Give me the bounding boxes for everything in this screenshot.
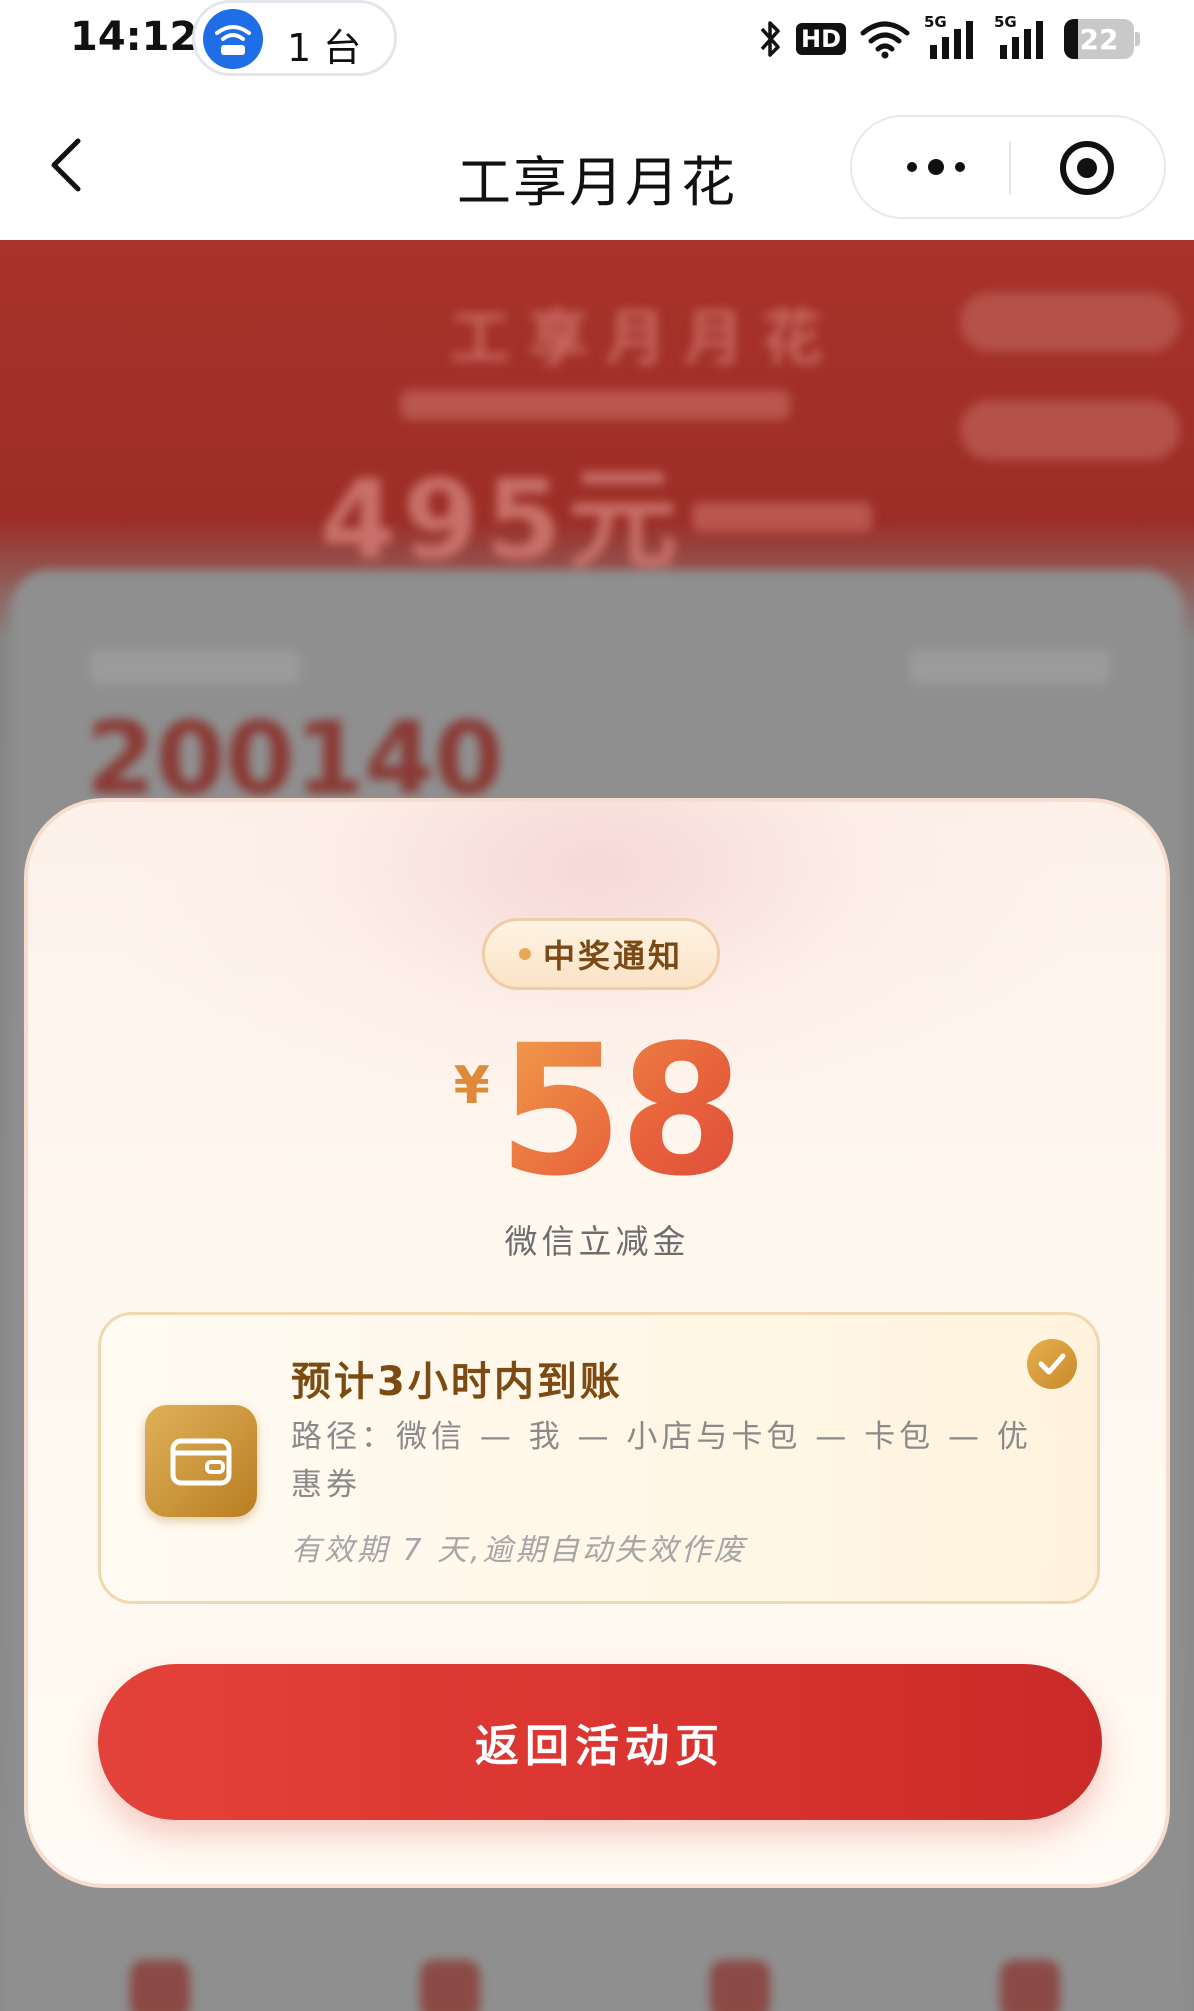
return-button-label: 返回活动页 — [475, 1721, 725, 1772]
prize-badge: 中奖通知 — [482, 918, 720, 990]
background-card-link — [910, 650, 1110, 684]
battery-icon: 22 — [1064, 19, 1140, 59]
background-tag-block — [692, 502, 872, 532]
background-title: 工享月月花 — [450, 304, 840, 374]
nav-bar: 工享月月花 — [0, 80, 1194, 240]
wallet-icon — [145, 1405, 257, 1517]
wifi-icon — [860, 21, 910, 59]
capsule-divider — [1009, 141, 1011, 195]
check-icon — [1027, 1339, 1077, 1389]
prize-value: 58 — [497, 1007, 744, 1216]
close-miniprogram-icon[interactable] — [1058, 139, 1116, 197]
signal-icon-2: 5G — [994, 13, 1050, 61]
background-rule-button — [960, 292, 1180, 352]
battery-level: 22 — [1079, 22, 1119, 56]
status-icons: HD 5G 5G 22 — [758, 13, 1140, 64]
status-time: 14:12 — [70, 14, 198, 60]
signal-icon: 5G — [924, 13, 980, 61]
coupon-path-text: 路径：微信 — 我 — 小店与卡包 — 卡包 — 优惠券 — [291, 1419, 1032, 1503]
return-to-activity-button[interactable]: 返回活动页 — [98, 1664, 1102, 1820]
background-tab-icon — [1000, 1960, 1060, 2011]
background-record-button — [960, 400, 1180, 460]
prize-type-label: 微信立减金 — [504, 1222, 690, 1261]
miniprogram-capsule — [850, 115, 1166, 219]
background-tab-icon — [130, 1960, 190, 2011]
badge-label: 中奖通知 — [542, 937, 683, 975]
hotspot-device-count: 1 台 — [287, 26, 362, 70]
more-dots-icon[interactable] — [896, 147, 976, 187]
hd-voice-badge: HD — [795, 23, 846, 55]
prize-notification-dialog: 中奖通知 ¥58 微信立减金 预计3小时内到账 路径：微信 — 我 — 小店与卡… — [24, 798, 1170, 1888]
validity-note: 有效期 7 天,逾期自动失效作废 — [291, 1533, 747, 1568]
hotspot-icon — [203, 9, 263, 69]
arrival-info-card: 预计3小时内到账 路径：微信 — 我 — 小店与卡包 — 卡包 — 优惠券 有效… — [98, 1312, 1100, 1604]
background-subtitle-block — [400, 390, 790, 420]
background-card-label — [90, 650, 300, 684]
bluetooth-icon — [760, 21, 780, 57]
arrival-time-title: 预计3小时内到账 — [291, 1359, 623, 1405]
background-tab-icon — [710, 1960, 770, 2011]
badge-dot-icon — [518, 948, 531, 960]
prize-amount: ¥58 — [28, 1022, 1166, 1202]
background-bottom-tabs — [0, 1930, 1194, 2011]
background-amount: 495元 — [320, 456, 684, 584]
background-tab-icon — [420, 1960, 480, 2011]
currency-symbol: ¥ — [453, 1056, 490, 1116]
hotspot-indicator[interactable]: 1 台 — [192, 0, 397, 76]
status-bar: 14:12 1 台 HD 5G 5G 22 — [0, 0, 1194, 80]
